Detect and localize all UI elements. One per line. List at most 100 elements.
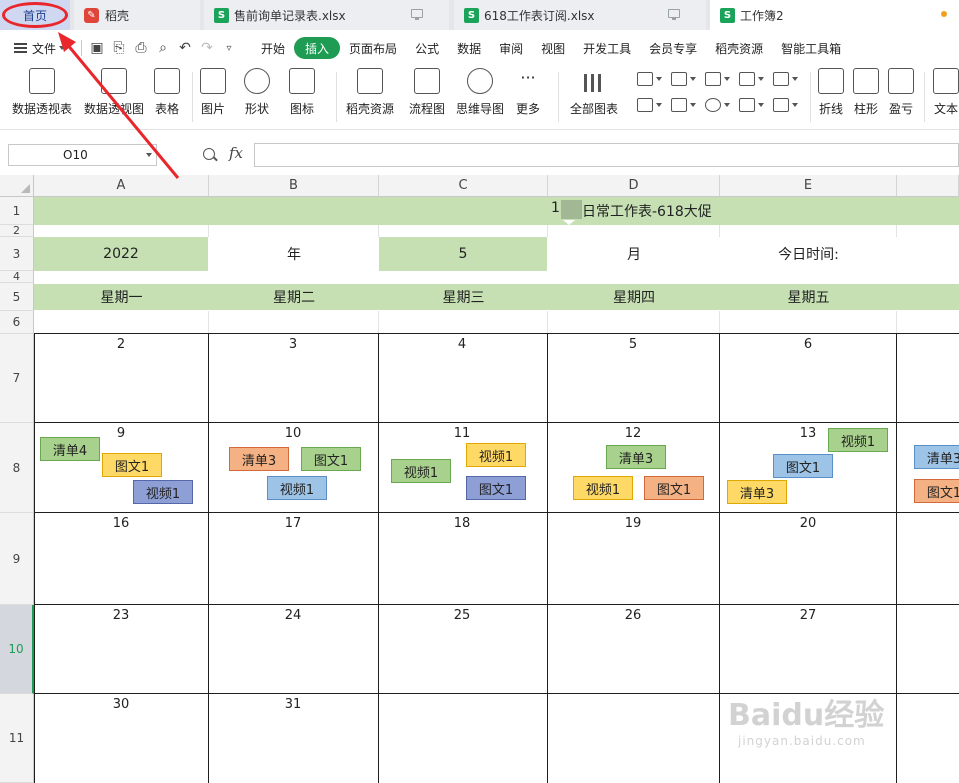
column-header-f[interactable] bbox=[897, 175, 959, 197]
select-all-corner[interactable] bbox=[0, 175, 34, 197]
row-header-4[interactable]: 4 bbox=[0, 270, 34, 283]
task-tag[interactable]: 清单3 bbox=[727, 480, 787, 504]
column-header-c[interactable]: C bbox=[379, 175, 548, 197]
task-tag[interactable]: 视频1 bbox=[391, 459, 451, 483]
undo-icon[interactable]: ↶ bbox=[174, 37, 196, 59]
pivot-table-button[interactable]: 数据透视表 bbox=[12, 68, 72, 117]
tab-daoke[interactable]: ✎ 稻壳 bbox=[74, 0, 200, 30]
column-header-b[interactable]: B bbox=[209, 175, 379, 197]
tab-view[interactable]: 视图 bbox=[532, 37, 574, 59]
customize-icon[interactable]: ▿ bbox=[218, 37, 240, 59]
all-charts-button[interactable]: 全部图表 bbox=[570, 68, 618, 117]
tab-file-618[interactable]: S 618工作表订阅.xlsx bbox=[454, 0, 706, 30]
column-chart-dropdown[interactable] bbox=[637, 72, 662, 86]
task-tag[interactable]: 视频1 bbox=[466, 443, 526, 467]
redo-icon[interactable]: ↷ bbox=[196, 37, 218, 59]
row-header-3[interactable]: 3 bbox=[0, 237, 34, 271]
sparkline-winloss-button[interactable]: 盈亏 bbox=[888, 68, 914, 117]
stock-chart-icon bbox=[773, 72, 789, 86]
day-number: 12 bbox=[624, 426, 642, 441]
bar-chart-icon bbox=[671, 72, 687, 86]
dot-chart-dropdown[interactable] bbox=[739, 98, 764, 112]
tab-insert[interactable]: 插入 bbox=[294, 37, 341, 59]
monitor-icon[interactable] bbox=[411, 9, 423, 20]
tab-smart-toolbox[interactable]: 智能工具箱 bbox=[772, 37, 850, 59]
tab-developer[interactable]: 开发工具 bbox=[574, 37, 640, 59]
daoke-resources-button[interactable]: 稻壳资源 bbox=[346, 68, 394, 117]
tab-data[interactable]: 数据 bbox=[448, 37, 490, 59]
pie-chart-dropdown[interactable] bbox=[705, 98, 730, 112]
print-icon[interactable]: ⎙ bbox=[130, 37, 152, 59]
zoom-icon[interactable] bbox=[203, 148, 215, 160]
task-tag[interactable]: 视频1 bbox=[828, 428, 888, 452]
column-header-e[interactable]: E bbox=[720, 175, 897, 197]
line-chart-dropdown[interactable] bbox=[705, 72, 730, 86]
function-icon[interactable]: fx bbox=[229, 144, 243, 162]
export-icon[interactable]: ⎘ bbox=[108, 37, 130, 59]
task-tag[interactable]: 图文1 bbox=[773, 454, 833, 478]
file-menu-button[interactable]: 文件 bbox=[14, 40, 66, 57]
row-header-8[interactable]: 8 bbox=[0, 423, 34, 513]
row-header-10[interactable]: 10 bbox=[0, 605, 34, 694]
picture-button[interactable]: 图片 bbox=[200, 68, 226, 117]
sparkline-column-button[interactable]: 柱形 bbox=[853, 68, 879, 117]
print-preview-icon[interactable]: ⌕ bbox=[152, 37, 174, 59]
row-header-11[interactable]: 11 bbox=[0, 694, 34, 783]
sparkline-column-icon bbox=[853, 68, 879, 94]
area-chart-dropdown[interactable] bbox=[637, 98, 662, 112]
task-tag[interactable]: 视频1 bbox=[267, 476, 327, 500]
tab-daoke-resources[interactable]: 稻壳资源 bbox=[706, 37, 772, 59]
combo-chart-dropdown[interactable] bbox=[773, 98, 798, 112]
tab-file-presales[interactable]: S 售前询单记录表.xlsx bbox=[204, 0, 449, 30]
title-band[interactable] bbox=[34, 197, 959, 225]
row-header-2[interactable]: 2 bbox=[0, 224, 34, 237]
stock-chart-dropdown[interactable] bbox=[773, 72, 798, 86]
tab-start[interactable]: 开始 bbox=[252, 37, 294, 59]
task-tag[interactable]: 图文1 bbox=[301, 447, 361, 471]
day-number: 11 bbox=[453, 426, 471, 441]
monitor-icon[interactable] bbox=[668, 9, 680, 20]
row-header-5[interactable]: 5 bbox=[0, 283, 34, 311]
task-tag[interactable]: 视频1 bbox=[573, 476, 633, 500]
scatter-chart-dropdown[interactable] bbox=[739, 72, 764, 86]
task-tag[interactable]: 图文1 bbox=[466, 476, 526, 500]
row-header-6[interactable]: 6 bbox=[0, 311, 34, 334]
task-tag[interactable]: 视频1 bbox=[133, 480, 193, 504]
pivot-chart-button[interactable]: 数据透视图 bbox=[84, 68, 144, 117]
formula-input[interactable] bbox=[254, 143, 959, 167]
save-icon[interactable]: ▣ bbox=[86, 37, 108, 59]
row-header-1[interactable]: 1 bbox=[0, 197, 34, 225]
tab-file-workbook2[interactable]: S 工作簿2 bbox=[710, 0, 959, 30]
column-header-a[interactable]: A bbox=[34, 175, 209, 197]
tab-membership[interactable]: 会员专享 bbox=[640, 37, 706, 59]
task-tag[interactable]: 清单3 bbox=[914, 445, 959, 469]
calendar-border bbox=[34, 333, 35, 783]
tab-formulas[interactable]: 公式 bbox=[406, 37, 448, 59]
task-tag[interactable]: 图文1 bbox=[914, 479, 959, 503]
column-header-d[interactable]: D bbox=[548, 175, 720, 197]
calendar-border bbox=[547, 333, 548, 783]
task-tag[interactable]: 清单3 bbox=[606, 445, 666, 469]
sparkline-line-button[interactable]: 折线 bbox=[818, 68, 844, 117]
shape-button[interactable]: 形状 bbox=[244, 68, 270, 117]
row-header-7[interactable]: 7 bbox=[0, 334, 34, 423]
text-button[interactable]: 文本 bbox=[933, 68, 959, 117]
name-box[interactable]: O10 bbox=[8, 144, 157, 166]
day-number: 25 bbox=[453, 608, 471, 623]
table-button[interactable]: 表格 bbox=[154, 68, 180, 117]
tab-review[interactable]: 审阅 bbox=[490, 37, 532, 59]
day-number: 23 bbox=[112, 608, 130, 623]
icon-library-button[interactable]: 图标 bbox=[289, 68, 315, 117]
more-label: 更多 bbox=[515, 102, 540, 116]
task-tag[interactable]: 清单4 bbox=[40, 437, 100, 461]
tab-page-layout[interactable]: 页面布局 bbox=[340, 37, 406, 59]
task-tag[interactable]: 图文1 bbox=[102, 453, 162, 477]
histogram-chart-dropdown[interactable] bbox=[671, 98, 696, 112]
row-header-9[interactable]: 9 bbox=[0, 513, 34, 605]
task-tag[interactable]: 图文1 bbox=[644, 476, 704, 500]
flowchart-button[interactable]: 流程图 bbox=[409, 68, 445, 117]
task-tag[interactable]: 清单3 bbox=[229, 447, 289, 471]
mindmap-button[interactable]: 思维导图 bbox=[456, 68, 504, 117]
more-button[interactable]: ··· 更多 bbox=[515, 68, 541, 117]
bar-chart-dropdown[interactable] bbox=[671, 72, 696, 86]
